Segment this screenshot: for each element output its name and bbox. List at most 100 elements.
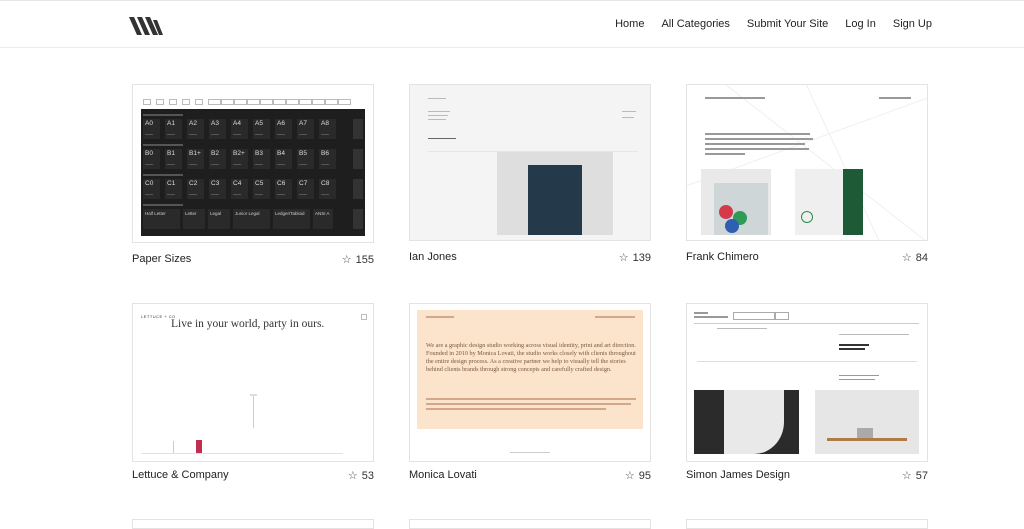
paper-size-cell: A8 — [319, 119, 336, 139]
card-title[interactable]: Frank Chimero — [686, 251, 759, 263]
thumbnail-line — [250, 394, 257, 396]
paper-size-cell: Ledger/Tabloid — [273, 209, 310, 229]
grid-side-cell — [353, 149, 363, 169]
paper-size-cell: C5 — [253, 179, 270, 199]
site-card[interactable]: LETTUCE + CO Live in your world, party i… — [132, 303, 374, 488]
filter-chip — [273, 99, 286, 105]
site-thumbnail[interactable]: LETTUCE + CO Live in your world, party i… — [132, 303, 374, 462]
paper-size-cell: B1+ — [187, 149, 204, 169]
card-title[interactable]: Simon James Design — [686, 469, 790, 481]
paper-size-cell: A7 — [297, 119, 314, 139]
thumbnail-headline: Live in your world, party in ours. — [171, 318, 325, 330]
thumbnail-text — [705, 97, 765, 99]
thumbnail-text — [839, 334, 909, 335]
nav-home-link[interactable]: Home — [615, 18, 644, 30]
grid-row-label — [143, 204, 183, 206]
filter-chip — [208, 99, 221, 105]
thumbnail-text — [428, 111, 450, 112]
site-thumbnail[interactable] — [686, 303, 928, 462]
main-nav: Home All Categories Submit Your Site Log… — [615, 18, 932, 30]
card-stars[interactable]: ☆ 139 — [619, 251, 651, 264]
card-stars[interactable]: ☆ 95 — [625, 469, 651, 482]
site-logo-icon[interactable] — [129, 15, 165, 37]
nav-submit-link[interactable]: Submit Your Site — [747, 18, 828, 30]
site-thumbnail[interactable] — [686, 84, 928, 241]
filter-chip — [299, 99, 312, 105]
thumbnail-text — [595, 316, 635, 318]
filter-chip — [312, 99, 325, 105]
site-thumbnail[interactable]: We are a graphic design studio working a… — [409, 303, 651, 462]
thumbnail-text — [426, 408, 606, 410]
filter-chip — [156, 99, 164, 105]
paper-size-cell: C4 — [231, 179, 248, 199]
thumbnail-text — [694, 312, 708, 314]
site-thumbnail[interactable] — [409, 519, 651, 529]
paper-size-cell: B5 — [297, 149, 314, 169]
thumbnail-text — [697, 361, 917, 362]
site-thumbnail[interactable]: A0 A1 A2 A3 A4 A5 A6 A7 A8 B0 B1 B1+ B2 B2+ B3 B4 B5 B6 C0… — [132, 84, 374, 243]
star-icon: ☆ — [347, 470, 358, 482]
paper-size-cell: C3 — [209, 179, 226, 199]
star-count: 139 — [632, 252, 651, 264]
site-thumbnail[interactable] — [132, 519, 374, 529]
thumbnail-text — [839, 348, 865, 350]
thumbnail-grid: A0 A1 A2 A3 A4 A5 A6 A7 A8 B0 B1 B1+ B2 B2+ B3 B4 B5 B6 C0… — [141, 109, 365, 236]
card-title[interactable]: Paper Sizes — [132, 253, 191, 265]
thumbnail-button — [775, 312, 789, 320]
card-stars[interactable]: ☆ 155 — [342, 253, 374, 266]
nav-categories-link[interactable]: All Categories — [661, 18, 729, 30]
site-card[interactable]: Frank Chimero ☆ 84 — [686, 84, 928, 269]
paper-size-cell: A4 — [231, 119, 248, 139]
filter-chip — [286, 99, 299, 105]
nav-login-link[interactable]: Log In — [845, 18, 876, 30]
site-card[interactable]: Ian Jones ☆ 139 — [409, 84, 651, 269]
paper-size-cell: A6 — [275, 119, 292, 139]
card-title[interactable]: Monica Lovati — [409, 469, 477, 481]
thumbnail-book-spine — [843, 169, 863, 235]
site-card[interactable]: We are a graphic design studio working a… — [409, 303, 651, 488]
nav-signup-link[interactable]: Sign Up — [893, 18, 932, 30]
card-title[interactable]: Ian Jones — [409, 251, 457, 263]
thumbnail-text — [705, 153, 745, 155]
card-stars[interactable]: ☆ 57 — [902, 469, 928, 482]
star-icon: ☆ — [901, 252, 912, 264]
thumbnail-body-text: We are a graphic design studio working a… — [426, 342, 636, 373]
site-thumbnail[interactable] — [409, 84, 651, 241]
paper-size-cell: C2 — [187, 179, 204, 199]
filter-chip — [325, 99, 338, 105]
card-stars[interactable]: ☆ 53 — [348, 469, 374, 482]
site-thumbnail[interactable] — [686, 519, 928, 529]
site-card[interactable]: A0 A1 A2 A3 A4 A5 A6 A7 A8 B0 B1 B1+ B2 B2+ B3 B4 B5 B6 C0… — [132, 84, 374, 269]
menu-icon — [361, 314, 367, 320]
thumbnail-text — [428, 138, 456, 139]
thumbnail-text — [879, 97, 911, 99]
paper-size-cell: A1 — [165, 119, 182, 139]
thumbnail-text — [694, 316, 728, 318]
thumbnail-input — [733, 312, 775, 320]
thumbnail-baseline — [141, 453, 343, 454]
filter-chip — [247, 99, 260, 105]
grid-side-cell — [353, 119, 363, 139]
paper-size-cell: Legal — [208, 209, 230, 229]
star-icon: ☆ — [624, 470, 635, 482]
paper-size-cell: A2 — [187, 119, 204, 139]
star-count: 57 — [915, 470, 928, 482]
grid-row-label — [143, 174, 183, 176]
star-count: 53 — [361, 470, 374, 482]
thumbnail-photo — [815, 390, 919, 454]
site-header: Home All Categories Submit Your Site Log… — [0, 0, 1024, 48]
site-card[interactable]: Simon James Design ☆ 57 — [686, 303, 928, 488]
thumbnail-text — [428, 115, 448, 116]
thumbnail-text — [717, 328, 767, 329]
paper-size-cell: B1 — [165, 149, 182, 169]
thumbnail-text — [426, 316, 454, 318]
card-title[interactable]: Lettuce & Company — [132, 469, 229, 481]
filter-chip — [182, 99, 190, 105]
thumbnail-line — [253, 396, 254, 428]
paper-size-cell: B3 — [253, 149, 270, 169]
thumbnail-photo — [694, 390, 799, 454]
thumbnail-text — [705, 148, 809, 150]
paper-size-cell: C7 — [297, 179, 314, 199]
thumbnail-text — [428, 119, 446, 120]
card-stars[interactable]: ☆ 84 — [902, 251, 928, 264]
